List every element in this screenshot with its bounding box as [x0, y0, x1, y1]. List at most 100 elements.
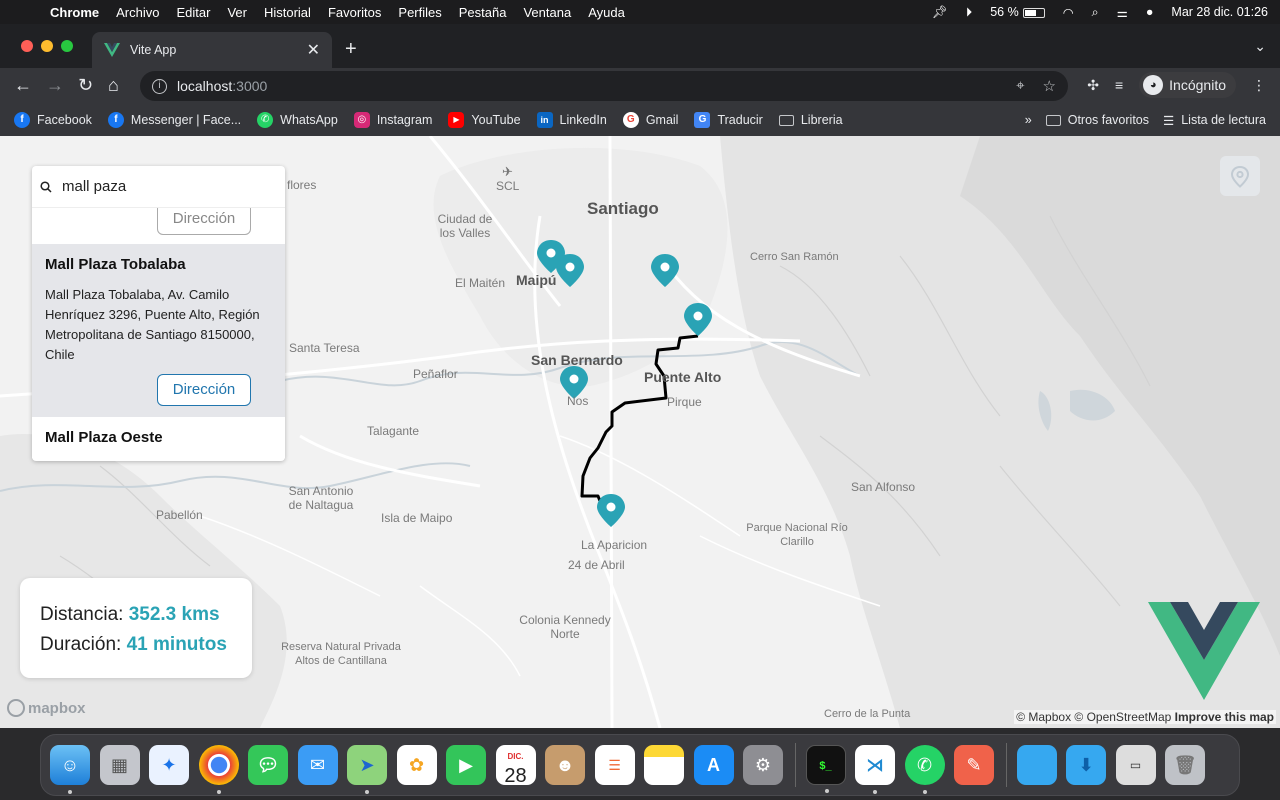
bookmark-facebook[interactable]: f Facebook [14, 112, 92, 128]
screenshot-icon[interactable]: ▭ [1115, 745, 1156, 785]
menu-ayuda[interactable]: Ayuda [588, 5, 625, 20]
clock[interactable]: Mar 28 dic. 01:26 [1171, 5, 1268, 19]
list-item[interactable]: Dirección [32, 208, 285, 244]
direction-button[interactable]: Dirección [157, 374, 251, 406]
facetime-icon[interactable]: ▶ [446, 745, 486, 785]
trip-summary-card: Distancia: 352.3 kms Duración: 41 minuto… [20, 578, 252, 678]
downloads-icon[interactable]: ⬇ [1066, 745, 1106, 785]
bookmark-star-icon[interactable]: ☆ [1043, 77, 1056, 95]
search-icon [40, 180, 52, 193]
close-tab-icon[interactable]: ✕ [307, 40, 320, 60]
browser-menu-icon[interactable]: ⋮ [1252, 77, 1266, 94]
new-tab-button[interactable]: + [345, 38, 357, 61]
bookmark-instagram[interactable]: ◎ Instagram [353, 112, 432, 128]
site-info-icon[interactable]: i [152, 78, 167, 94]
url-host: localhost [177, 78, 233, 94]
spotlight-icon[interactable]: ⌕ [1092, 5, 1099, 20]
home-icon[interactable]: ⌂ [108, 75, 119, 96]
place-label: Isla de Maipo [381, 511, 453, 525]
battery-status[interactable]: 56 % [990, 5, 1045, 19]
menu-historial[interactable]: Historial [264, 5, 311, 20]
menu-favoritos[interactable]: Favoritos [328, 5, 381, 20]
my-location-button[interactable] [1220, 156, 1260, 196]
direction-button[interactable]: Dirección [157, 208, 251, 235]
reload-icon[interactable]: ↻ [78, 75, 93, 96]
photos-icon[interactable]: ✿ [396, 745, 437, 785]
bookmark-linkedin[interactable]: in LinkedIn [536, 112, 607, 128]
improve-map-link[interactable]: Improve this map [1175, 710, 1274, 724]
bookmark-whatsapp[interactable]: ✆ WhatsApp [257, 112, 338, 128]
result-address: Mall Plaza Tobalaba, Av. Camilo Henríque… [45, 287, 260, 362]
incognito-profile-button[interactable]: ◕ Incógnito [1139, 72, 1236, 98]
airport-icon: ✈ [502, 165, 513, 180]
zoom-window-button[interactable] [61, 40, 73, 52]
distance-value: 352.3 kms [128, 604, 220, 625]
minimize-window-button[interactable] [41, 40, 53, 52]
duration-label: Duración: [40, 634, 122, 655]
menu-pestana[interactable]: Pestaña [459, 5, 507, 20]
calendar-icon[interactable]: DIC. 28 [495, 745, 536, 787]
mapbox-logo[interactable]: mapbox [7, 699, 86, 717]
notes-icon[interactable] [644, 745, 684, 785]
forward-arrow-icon[interactable]: → [46, 75, 64, 96]
whatsapp-icon[interactable]: ✆ [904, 745, 945, 794]
maps-icon[interactable]: ➤ [347, 745, 387, 794]
location-pin-icon[interactable]: ⌖ [1016, 77, 1024, 95]
attribution-text[interactable]: © Mapbox © OpenStreetMap [1016, 710, 1171, 724]
pin-icon[interactable]: 📌︎ [932, 5, 948, 20]
play-icon[interactable]: ⏵ [966, 5, 972, 20]
map-marker[interactable] [597, 494, 625, 527]
bookmark-traducir[interactable]: G Traducir [694, 112, 763, 128]
control-center-icon[interactable]: ⚌ [1117, 5, 1128, 20]
menu-ventana[interactable]: Ventana [523, 5, 571, 20]
bookmark-libreria[interactable]: Libreria [778, 113, 843, 127]
bookmark-messenger[interactable]: f Messenger | Face... [107, 112, 242, 128]
app-store-icon[interactable]: A [693, 745, 734, 785]
terminal-icon[interactable]: $_ [805, 745, 846, 793]
search-input[interactable]: mall paza [32, 166, 285, 208]
system-preferences-icon[interactable]: ⚙ [743, 745, 783, 785]
list-item[interactable]: Mall Plaza Oeste [32, 417, 285, 458]
place-label: Nos [567, 394, 589, 408]
vscode-icon[interactable]: ⋊ [855, 745, 895, 794]
menu-perfiles[interactable]: Perfiles [398, 5, 441, 20]
search-panel: mall paza Dirección Mall Plaza Tobalaba … [32, 166, 285, 461]
reading-mode-icon[interactable]: ≡ [1115, 77, 1123, 93]
bookmark-gmail[interactable]: G Gmail [622, 112, 678, 128]
launchpad-icon[interactable]: ▦ [99, 745, 140, 785]
dock-separator [794, 743, 796, 787]
list-item-active[interactable]: Mall Plaza Tobalaba Mall Plaza Tobalaba,… [32, 244, 285, 417]
bookmarks-overflow-button[interactable]: » [1025, 113, 1032, 127]
extensions-puzzle-icon[interactable]: ✣ [1087, 77, 1099, 94]
messages-icon[interactable]: 💬︎ [248, 745, 288, 785]
menu-app-name[interactable]: Chrome [50, 5, 99, 20]
pencil-app-icon[interactable]: ✎ [954, 745, 994, 785]
menu-ver[interactable]: Ver [227, 5, 247, 20]
place-label: La Aparicion [581, 538, 648, 552]
safari-icon[interactable]: ✦ [149, 745, 189, 785]
whatsapp-icon: ✆ [257, 112, 274, 128]
siri-icon[interactable]: ● [1146, 5, 1154, 19]
browser-tab[interactable]: Vite App ✕ [92, 32, 332, 68]
reminders-icon[interactable]: ☰ [594, 745, 635, 785]
back-arrow-icon[interactable]: ← [14, 75, 32, 96]
place-label: flores [287, 178, 317, 192]
trash-icon[interactable]: 🗑︎ [1165, 745, 1205, 785]
chrome-icon[interactable] [198, 745, 239, 794]
tab-search-chevron-icon[interactable]: ⌄ [1254, 38, 1266, 55]
menu-editar[interactable]: Editar [176, 5, 210, 20]
menu-archivo[interactable]: Archivo [116, 5, 159, 20]
mail-icon[interactable]: ✉ [297, 745, 338, 785]
reading-list[interactable]: ☰ Lista de lectura [1163, 113, 1266, 128]
map-canvas[interactable]: ✈ SCL Ciudad de los Valles Santiago Cerr… [0, 136, 1280, 728]
finder-icon[interactable]: ☺ [50, 745, 90, 794]
close-window-button[interactable] [21, 40, 33, 52]
bookmark-label: Messenger | Face... [130, 113, 242, 127]
address-bar[interactable]: i localhost:3000 ⌖ ☆ [140, 71, 1068, 101]
other-bookmarks[interactable]: Otros favoritos [1045, 113, 1149, 127]
bookmark-youtube[interactable]: ▶ YouTube [448, 112, 521, 128]
wifi-icon[interactable]: ◠ [1063, 5, 1074, 20]
contacts-icon[interactable]: ☻ [545, 745, 585, 785]
folder-icon[interactable] [1016, 745, 1057, 785]
search-results-list[interactable]: Dirección Mall Plaza Tobalaba Mall Plaza… [32, 208, 285, 461]
